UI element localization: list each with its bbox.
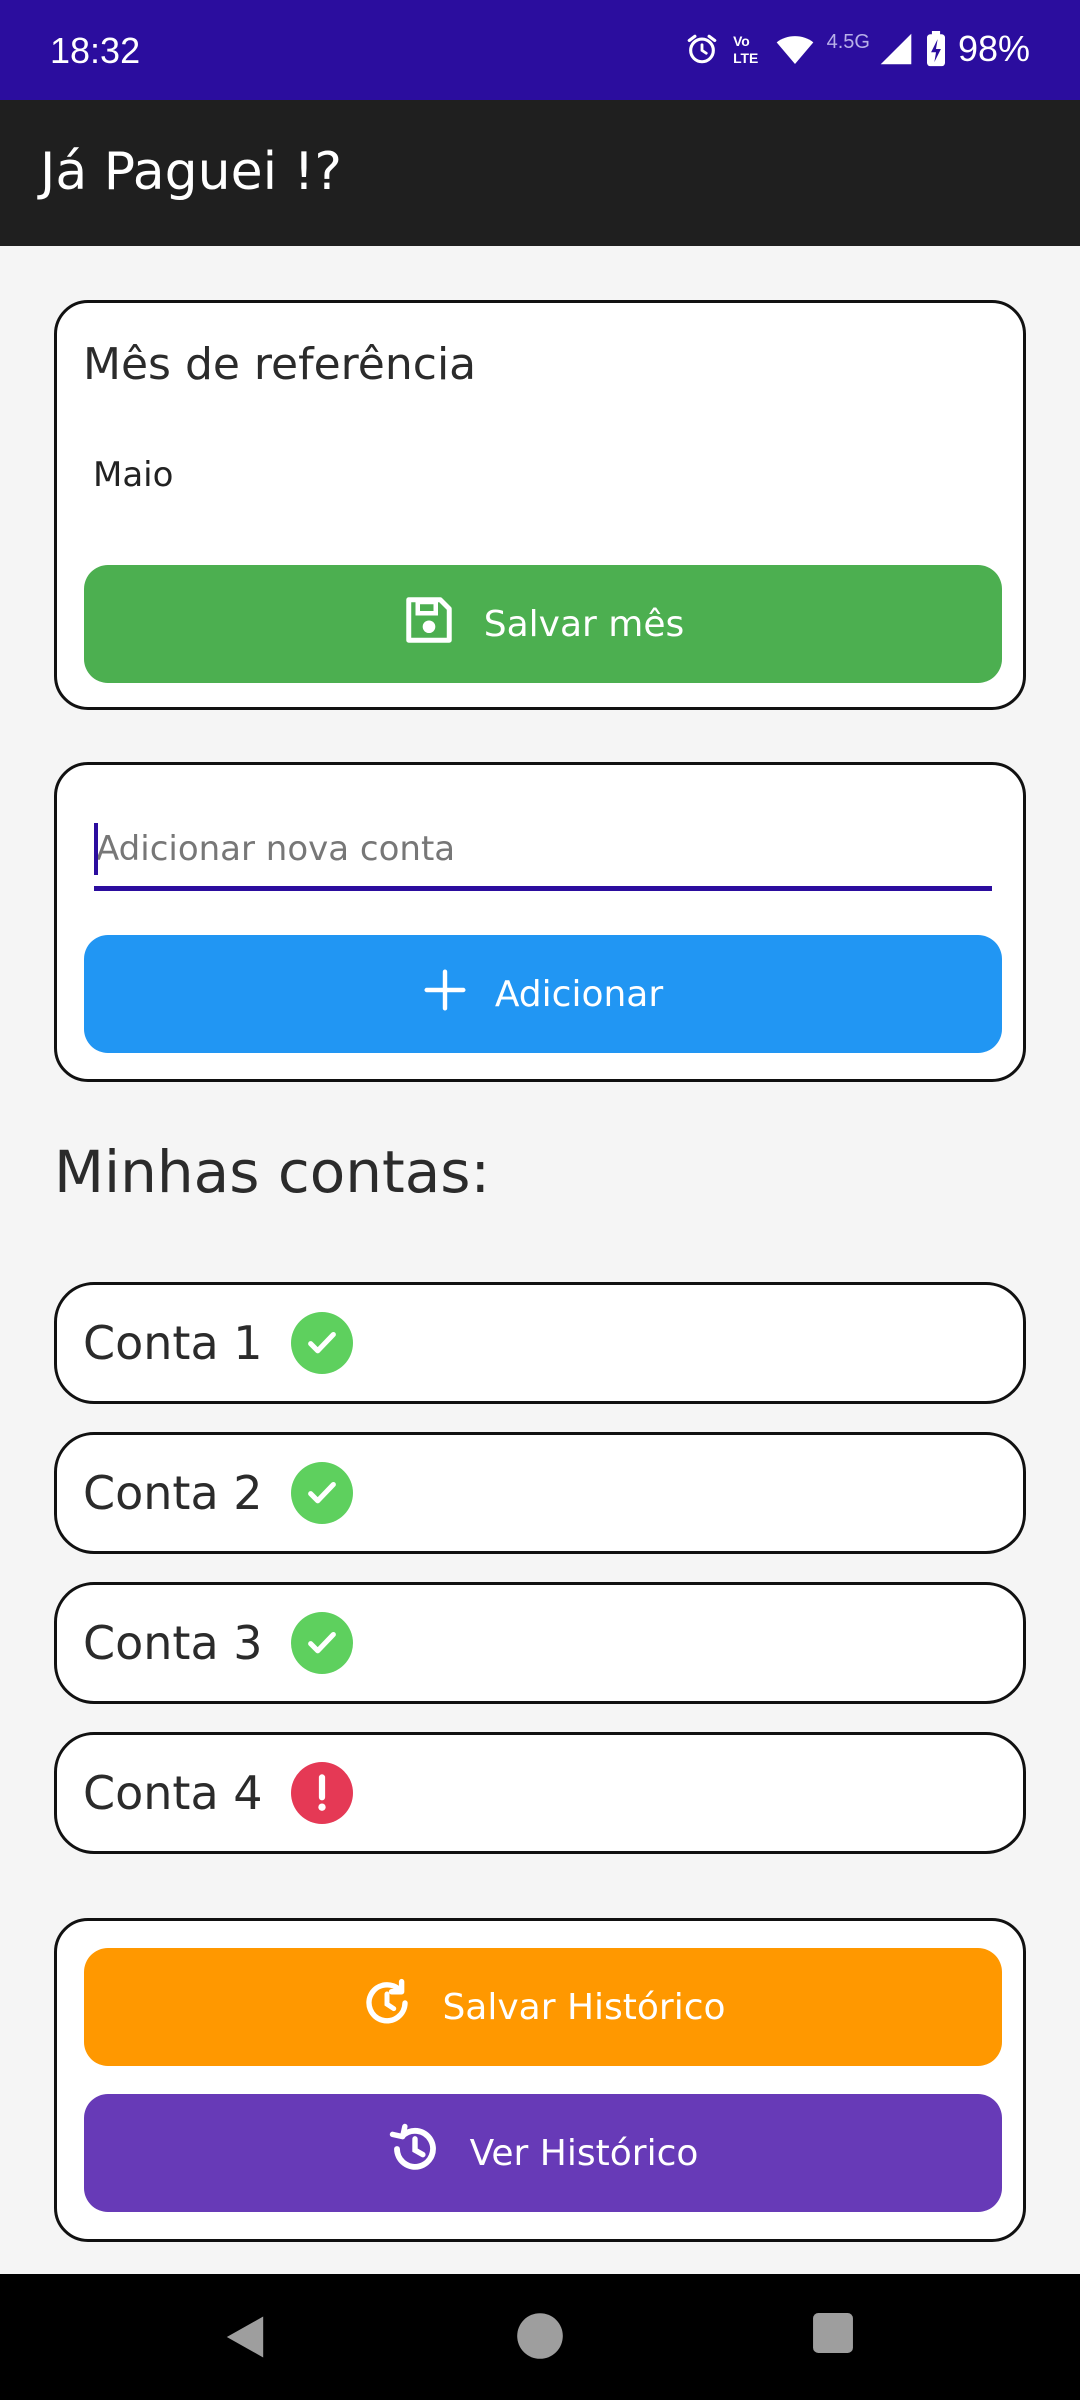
account-name: Conta 4: [83, 1766, 263, 1820]
alarm-icon: [685, 32, 719, 66]
new-account-field-wrapper: [94, 811, 992, 891]
back-icon[interactable]: [222, 2312, 268, 2366]
app-title: Já Paguei !?: [40, 142, 342, 202]
network-type-label: 4.5G: [826, 30, 870, 53]
account-name: Conta 3: [83, 1616, 263, 1670]
month-label: Mês de referência: [83, 339, 477, 390]
text-cursor: [94, 823, 98, 875]
home-icon[interactable]: [516, 2312, 564, 2364]
wifi-icon: [775, 32, 815, 66]
history-save-icon: [360, 1976, 414, 2039]
add-account-card: Adicionar: [54, 762, 1026, 1082]
svg-text:LTE: LTE: [733, 50, 758, 66]
account-item-3[interactable]: Conta 3: [54, 1582, 1026, 1704]
add-account-label: Adicionar: [494, 973, 664, 1015]
account-item-1[interactable]: Conta 1: [54, 1282, 1026, 1404]
exclamation-circle-icon: [290, 1762, 353, 1824]
volte-icon: Vo LTE: [731, 32, 763, 66]
add-account-button[interactable]: Adicionar: [84, 935, 1002, 1053]
account-name: Conta 1: [83, 1316, 263, 1370]
history-icon: [388, 2122, 442, 2185]
save-month-button[interactable]: Salvar mês: [84, 565, 1002, 683]
accounts-section-title: Minhas contas:: [54, 1138, 491, 1206]
save-month-label: Salvar mês: [483, 603, 685, 645]
check-circle-icon: [290, 1612, 353, 1674]
check-circle-icon: [290, 1312, 353, 1374]
signal-icon: [878, 32, 914, 66]
svg-text:Vo: Vo: [733, 33, 750, 49]
plus-icon: [423, 968, 467, 1021]
history-card: Salvar Histórico Ver Histórico: [54, 1918, 1026, 2242]
account-item-2[interactable]: Conta 2: [54, 1432, 1026, 1554]
battery-percent: 98%: [957, 28, 1030, 69]
view-history-label: Ver Histórico: [469, 2132, 699, 2174]
status-icons: Vo LTE 4.5G 98%: [685, 28, 1030, 70]
status-bar: 18:32 Vo LTE 4.5G 98%: [0, 0, 1080, 100]
check-circle-icon: [290, 1462, 353, 1524]
month-select[interactable]: Maio: [93, 455, 173, 495]
system-navigation-bar: [0, 2274, 1080, 2400]
view-history-button[interactable]: Ver Histórico: [84, 2094, 1002, 2212]
account-item-4[interactable]: Conta 4: [54, 1732, 1026, 1854]
save-history-label: Salvar Histórico: [442, 1986, 726, 2028]
recents-icon[interactable]: [812, 2312, 854, 2358]
month-card: Mês de referência Maio Salvar mês: [54, 300, 1026, 710]
app-bar: Já Paguei !?: [0, 100, 1080, 246]
battery-charging-icon: [926, 31, 946, 67]
save-history-button[interactable]: Salvar Histórico: [84, 1948, 1002, 2066]
status-time: 18:32: [50, 30, 141, 71]
new-account-input[interactable]: [94, 811, 992, 886]
account-name: Conta 2: [83, 1466, 263, 1520]
save-icon: [402, 593, 456, 656]
